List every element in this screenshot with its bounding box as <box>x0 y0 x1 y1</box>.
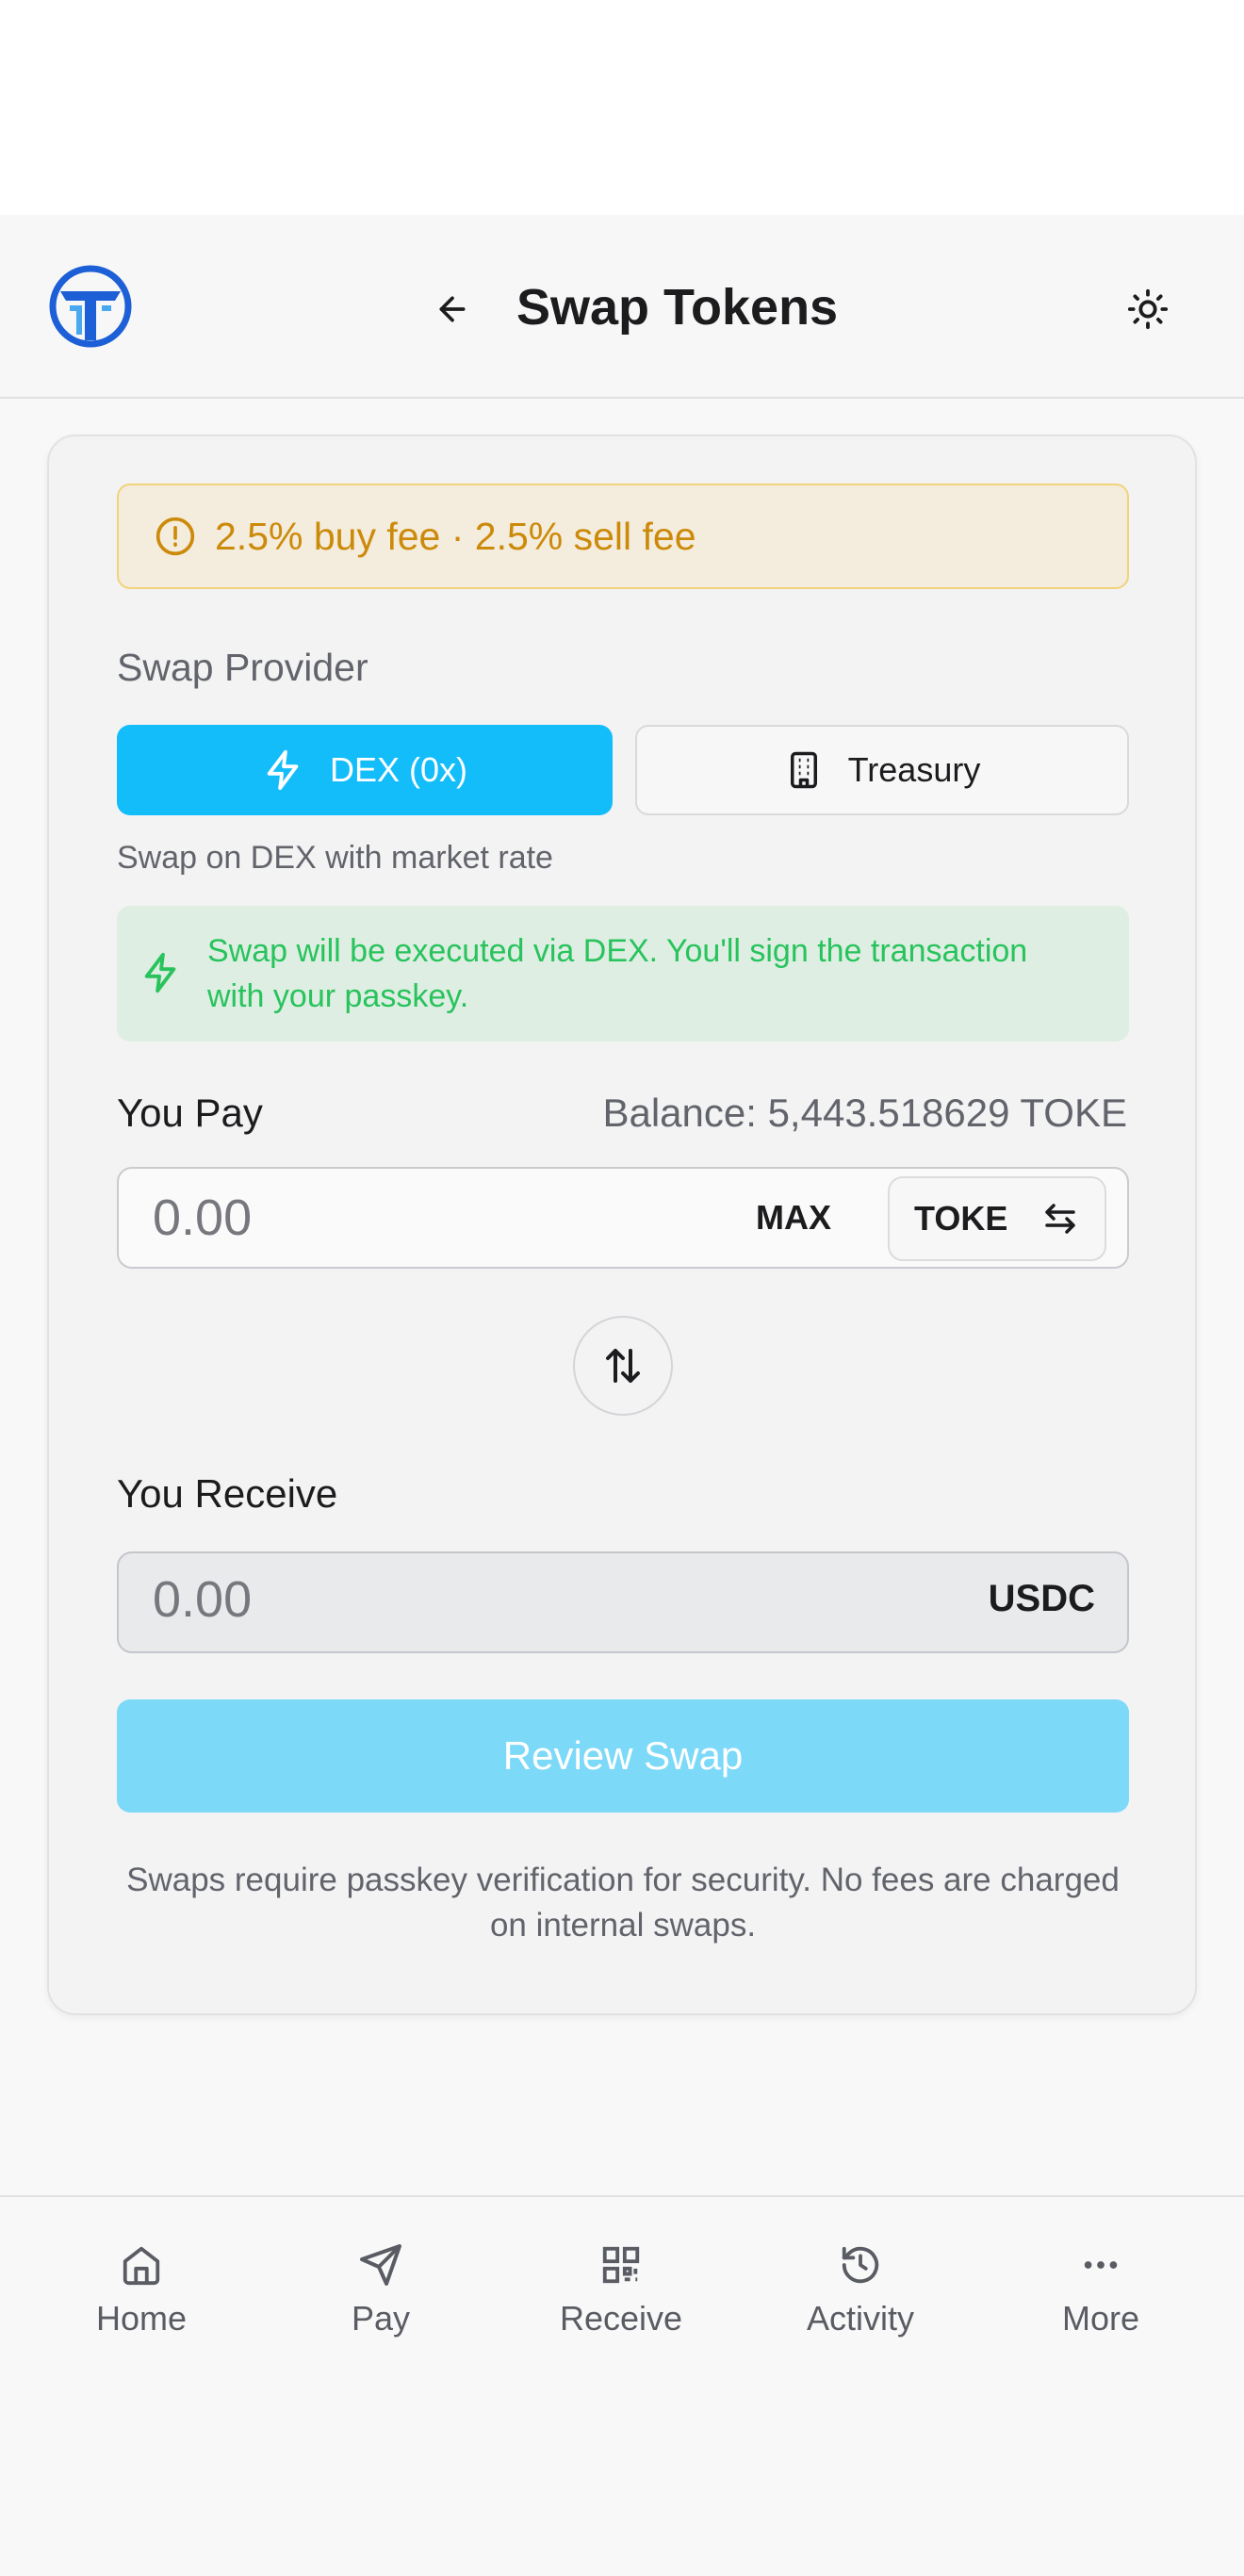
nav-receive[interactable]: Receive <box>527 2237 715 2350</box>
nav-activity-label: Activity <box>806 2299 914 2338</box>
nav-more-label: More <box>1061 2299 1140 2338</box>
fee-notice: 2.5% buy fee · 2.5% sell fee <box>117 484 1129 589</box>
fee-notice-text: 2.5% buy fee · 2.5% sell fee <box>215 514 696 558</box>
you-receive-label: You Receive <box>117 1471 338 1516</box>
page-title: Swap Tokens <box>516 279 839 336</box>
arrow-left-icon <box>439 296 466 322</box>
more-horizontal-icon <box>1084 2261 1118 2269</box>
receive-amount-value: 0.00 <box>153 1571 253 1628</box>
review-swap-button[interactable]: Review Swap <box>117 1699 1129 1813</box>
provider-description: Swap on DEX with market rate <box>117 840 553 876</box>
pay-token-symbol: TOKE <box>914 1199 1008 1238</box>
you-pay-label: You Pay <box>117 1091 263 1135</box>
provider-treasury-button[interactable]: Treasury <box>635 725 1129 815</box>
dex-info-banner: Swap will be executed via DEX. You'll si… <box>117 906 1129 1042</box>
send-icon <box>360 2244 401 2286</box>
max-button[interactable]: MAX <box>756 1191 831 1244</box>
security-note: Swaps require passkey verification for s… <box>126 1862 1120 1944</box>
nav-activity[interactable]: Activity <box>766 2237 955 2350</box>
theme-toggle-button[interactable] <box>1120 281 1176 337</box>
home-icon <box>123 2246 160 2286</box>
swap-provider-label: Swap Provider <box>117 646 368 689</box>
pay-amount-input[interactable] <box>153 1184 624 1252</box>
arrows-up-down-icon <box>606 1349 640 1383</box>
flip-direction-button[interactable] <box>573 1316 673 1416</box>
nav-pay[interactable]: Pay <box>286 2237 475 2350</box>
dex-info-text: Swap will be executed via DEX. You'll si… <box>207 933 1028 1014</box>
zap-icon <box>144 952 176 993</box>
zap-icon <box>267 749 299 791</box>
nav-home[interactable]: Home <box>47 2237 236 2350</box>
status-bar-area <box>0 0 1244 215</box>
arrows-left-right-icon <box>1045 1204 1075 1234</box>
nav-home-label: Home <box>95 2299 188 2338</box>
bottom-navigation: Home Pay Receive Activity More <box>0 2195 1244 2576</box>
provider-dex-label: DEX (0x) <box>329 750 468 789</box>
balance-text: Balance: 5,443.518629 TOKE <box>602 1091 1127 1135</box>
qr-code-icon <box>602 2246 640 2284</box>
history-icon <box>842 2246 879 2284</box>
pay-amount-field: MAX TOKE <box>117 1167 1129 1269</box>
tokena-logo-icon[interactable] <box>47 263 134 350</box>
pay-token-selector[interactable]: TOKE <box>888 1176 1106 1261</box>
app-header: Swap Tokens <box>0 215 1244 399</box>
nav-receive-label: Receive <box>559 2299 683 2338</box>
back-button[interactable] <box>424 281 481 337</box>
provider-treasury-label: Treasury <box>847 750 981 789</box>
provider-dex-button[interactable]: DEX (0x) <box>117 725 613 815</box>
nav-more[interactable]: More <box>1007 2237 1195 2350</box>
receive-token-symbol: USDC <box>988 1578 1095 1619</box>
nav-pay-label: Pay <box>351 2299 411 2338</box>
building-icon <box>790 751 817 789</box>
sun-icon <box>1127 288 1169 330</box>
swap-card: 2.5% buy fee · 2.5% sell fee Swap Provid… <box>47 435 1197 2015</box>
receive-amount-field: 0.00 USDC <box>117 1551 1129 1653</box>
alert-circle-icon <box>156 517 195 556</box>
